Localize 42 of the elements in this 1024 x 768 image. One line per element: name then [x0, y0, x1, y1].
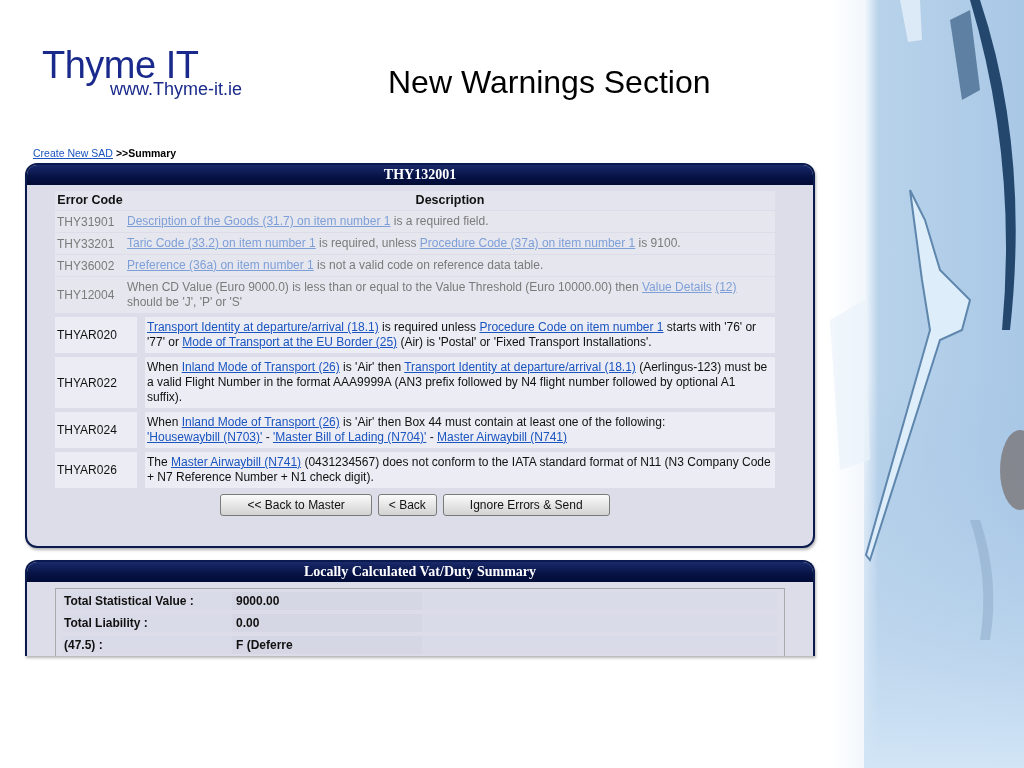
description-link[interactable]: Transport Identity at departure/arrival (18.1) — [147, 320, 379, 334]
error-code: THYAR020 — [55, 317, 137, 353]
summary-label: Total Statistical Value : — [63, 593, 195, 610]
column-header: Error Code — [55, 191, 125, 210]
summary-value: 9000.00 — [232, 592, 422, 610]
error-description: When CD Value (Euro 9000.0) is less than or equal to the Value Threshold (Euro 10000.00) then Value Details (12) should be 'J', 'P' or 'S' — [126, 279, 738, 311]
description-link[interactable]: 'Housewaybill (N703)' — [147, 430, 263, 444]
error-description: When Inland Mode of Transport (26) is 'Air' then Transport Identity at departure/arrival (18.1) (Aerlingus-123) must be a valid Flight Number in the format AAA9999A (AN3 prefix followed by N4 flight number followed by optional A1 suffix). — [145, 357, 775, 408]
panel-title: Locally Calculated Vat/Duty Summary — [27, 562, 813, 582]
description-link[interactable]: Procedure Code on item number 1 — [479, 320, 664, 334]
error-code: THY31901 — [56, 213, 116, 231]
summary-label: Total Liability : — [63, 615, 149, 632]
error-code: THYAR026 — [55, 452, 137, 488]
error-description: Description of the Goods (31.7) on item number 1 is a required field. — [126, 213, 490, 230]
error-code: THY36002 — [56, 257, 116, 275]
description-link[interactable]: Mode of Transport at the EU Border (25) — [182, 335, 398, 349]
description-link[interactable]: Master Airwaybill (N741) — [171, 455, 302, 469]
nav-button[interactable]: << Back to Master — [220, 494, 372, 516]
error-description: Preference (36a) on item number 1 is not a valid code on reference data table. — [126, 257, 545, 274]
nav-button[interactable]: Ignore Errors & Send — [442, 494, 610, 516]
error-description: The Master Airwaybill (N741) (0431234567) does not conform to the IATA standard format of N11 (N3 Company Code + N7 Reference Number + N1 check digit). — [145, 452, 775, 488]
panel-title: THY132001 — [27, 165, 813, 185]
description-link[interactable]: Inland Mode of Transport (26) — [181, 415, 340, 429]
error-description: Transport Identity at departure/arrival (18.1) is required unless Procedure Code on item number 1 starts with '76' or '77' or Mode of Transport at the EU Border (25) (Air) is 'Postal' or 'Fixed Transport Installations'. — [145, 317, 775, 353]
description-link[interactable]: Inland Mode of Transport (26) — [181, 360, 340, 374]
summary-value: 0.00 — [232, 614, 422, 632]
error-code: THY12004 — [56, 287, 116, 304]
summary-value: F (Deferre — [232, 636, 422, 654]
description-link[interactable]: 'Master Bill of Lading (N704)' — [272, 430, 427, 444]
breadcrumb-current: >>Summary — [115, 147, 177, 159]
nav-button[interactable]: < Back — [377, 494, 437, 516]
error-code: THY33201 — [56, 235, 116, 253]
description-link[interactable]: Transport Identity at departure/arrival (18.1) — [404, 360, 636, 374]
breadcrumb-link[interactable]: Create New SAD — [33, 147, 113, 159]
error-description: Taric Code (33.2) on item number 1 is required, unless Procedure Code (37a) on item number 1 is 9100. — [126, 235, 682, 252]
slide-title: New Warnings Section — [388, 63, 711, 102]
summary-label: (47.5) : — [63, 637, 104, 654]
error-code: THYAR022 — [55, 357, 137, 408]
description-link[interactable]: Master Airwaybill (N741) — [436, 430, 567, 444]
error-code: THYAR024 — [55, 412, 137, 448]
error-description: When Inland Mode of Transport (26) is 'Air' then Box 44 must contain at least one of the following: 'Housewaybill (N703)' - 'Master Bill of Lading (N704)' - Master Airwaybill (N741) — [145, 412, 775, 448]
column-header: Description — [125, 191, 775, 210]
